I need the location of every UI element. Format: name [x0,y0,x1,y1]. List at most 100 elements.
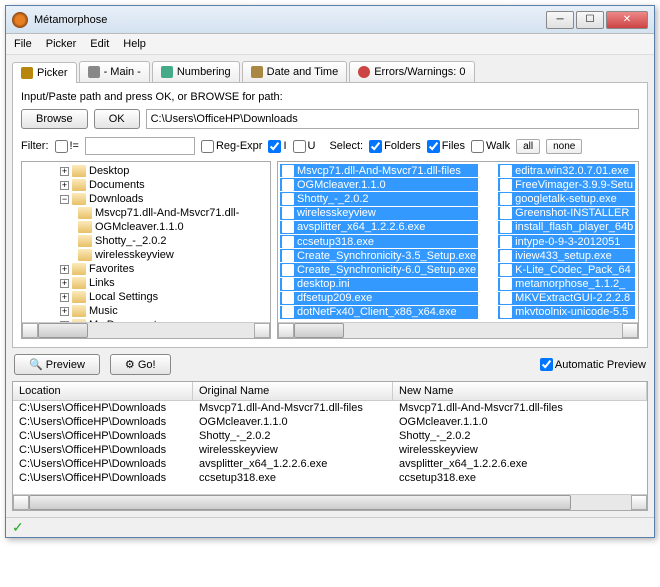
tab-datetime[interactable]: Date and Time [242,61,348,82]
file-icon [500,221,512,233]
all-button[interactable]: all [516,139,540,154]
walk-checkbox[interactable] [471,140,484,153]
file-icon [500,165,512,177]
file-item[interactable]: intype-0-9-3-2012051 [498,235,635,248]
path-label: Input/Paste path and press OK, or BROWSE… [21,91,639,103]
file-item[interactable]: MKVExtractGUI-2.2.2.8 [498,292,635,305]
result-row[interactable]: C:\Users\OfficeHP\DownloadsShotty_-_2.0.… [13,429,647,443]
file-item[interactable]: Create_Synchronicity-6.0_Setup.exe [280,263,478,276]
folder-icon [78,235,92,247]
path-input[interactable] [146,109,639,129]
results-table[interactable]: Location Original Name New Name C:\Users… [12,381,648,511]
tree-item[interactable]: Shotty_-_2.0.2 [24,234,268,248]
tree-item[interactable]: OGMcleaver.1.1.0 [24,220,268,234]
status-ok-icon: ✓ [12,519,24,536]
expand-icon[interactable]: + [60,307,69,316]
file-icon [500,278,512,290]
tab-main[interactable]: - Main - [79,61,150,82]
tree-item[interactable]: +Local Settings [24,290,268,304]
folder-tree[interactable]: +Desktop+Documents−DownloadsMsvcp71.dll-… [21,161,271,339]
tree-item[interactable]: +Desktop [24,164,268,178]
file-item[interactable]: K-Lite_Codec_Pack_64 [498,263,635,276]
datetime-icon [251,66,263,78]
result-row[interactable]: C:\Users\OfficeHP\Downloadsccsetup318.ex… [13,471,647,485]
folder-icon [72,305,86,317]
tree-item[interactable]: +Documents [24,178,268,192]
ok-button[interactable]: OK [94,109,140,129]
i-checkbox[interactable] [268,140,281,153]
filter-input[interactable] [85,137,195,155]
file-item[interactable]: dotNetFx40_Client_x86_x64.exe [280,306,478,319]
expand-icon[interactable]: + [60,181,69,190]
results-header: Location Original Name New Name [13,382,647,401]
file-item[interactable]: editra.win32.0.7.01.exe [498,164,635,177]
file-icon [282,221,294,233]
tree-hscroll[interactable] [22,322,270,338]
file-item[interactable]: Create_Synchronicity-3.5_Setup.exe [280,249,478,262]
picker-panel: Input/Paste path and press OK, or BROWSE… [12,83,648,348]
file-item[interactable]: dfsetup209.exe [280,292,478,305]
expand-icon[interactable]: + [60,265,69,274]
file-item[interactable]: install_flash_player_64b [498,221,635,234]
expand-icon[interactable]: − [60,195,69,204]
none-button[interactable]: none [546,139,582,154]
file-item[interactable]: desktop.ini [280,278,478,291]
file-item[interactable]: avsplitter_x64_1.2.2.6.exe [280,221,478,234]
folder-icon [72,291,86,303]
file-icon [500,193,512,205]
file-item[interactable]: metamorphose_1.1.2_ [498,278,635,291]
maximize-button[interactable]: ☐ [576,11,604,29]
u-checkbox[interactable] [293,140,306,153]
file-icon [500,264,512,276]
file-item[interactable]: Shotty_-_2.0.2 [280,192,478,205]
col-location[interactable]: Location [13,382,193,400]
minimize-button[interactable]: ─ [546,11,574,29]
result-row[interactable]: C:\Users\OfficeHP\Downloadsavsplitter_x6… [13,457,647,471]
tree-item[interactable]: Msvcp71.dll-And-Msvcr71.dll- [24,206,268,220]
not-checkbox[interactable] [55,140,68,153]
tree-item[interactable]: +Music [24,304,268,318]
col-newname[interactable]: New Name [393,382,647,400]
tab-errors[interactable]: Errors/Warnings: 0 [349,61,474,82]
results-hscroll[interactable] [13,494,647,510]
file-item[interactable]: Msvcp71.dll-And-Msvcr71.dll-files [280,164,478,177]
file-item[interactable]: googletalk-setup.exe [498,192,635,205]
file-item[interactable]: Greenshot-INSTALLER [498,207,635,220]
file-item[interactable]: ccsetup318.exe [280,235,478,248]
file-item[interactable]: wirelesskeyview [280,207,478,220]
expand-icon[interactable]: + [60,167,69,176]
tab-numbering[interactable]: Numbering [152,61,240,82]
go-button[interactable]: ⚙ Go! [110,354,171,375]
folder-icon [72,179,86,191]
menu-edit[interactable]: Edit [90,38,109,50]
result-row[interactable]: C:\Users\OfficeHP\DownloadsOGMcleaver.1.… [13,415,647,429]
preview-button[interactable]: 🔍 Preview [14,354,100,375]
tree-item[interactable]: −Downloads [24,192,268,206]
list-hscroll[interactable] [278,322,638,338]
menu-help[interactable]: Help [123,38,146,50]
close-button[interactable]: ✕ [606,11,648,29]
file-item[interactable]: FreeVimager-3.9.9-Setu [498,178,635,191]
file-item[interactable]: OGMcleaver.1.1.0 [280,178,478,191]
regexpr-checkbox[interactable] [201,140,214,153]
expand-icon[interactable]: + [60,293,69,302]
file-item[interactable]: mkvtoolnix-unicode-5.5 [498,306,635,319]
file-item[interactable]: iview433_setup.exe [498,249,635,262]
files-checkbox[interactable] [427,140,440,153]
result-row[interactable]: C:\Users\OfficeHP\DownloadsMsvcp71.dll-A… [13,401,647,415]
titlebar[interactable]: Métamorphose ─ ☐ ✕ [6,6,654,34]
tab-picker[interactable]: Picker [12,62,77,83]
tree-item[interactable]: wirelesskeyview [24,248,268,262]
result-row[interactable]: C:\Users\OfficeHP\Downloadswirelesskeyvi… [13,443,647,457]
expand-icon[interactable]: + [60,279,69,288]
menu-file[interactable]: File [14,38,32,50]
menu-picker[interactable]: Picker [46,38,77,50]
browse-button[interactable]: Browse [21,109,88,129]
col-original[interactable]: Original Name [193,382,393,400]
tree-item[interactable]: +Links [24,276,268,290]
folders-checkbox[interactable] [369,140,382,153]
auto-preview-checkbox[interactable] [540,358,553,371]
tree-item[interactable]: +Favorites [24,262,268,276]
file-icon [500,236,512,248]
file-list[interactable]: Msvcp71.dll-And-Msvcr71.dll-filesOGMclea… [277,161,639,339]
